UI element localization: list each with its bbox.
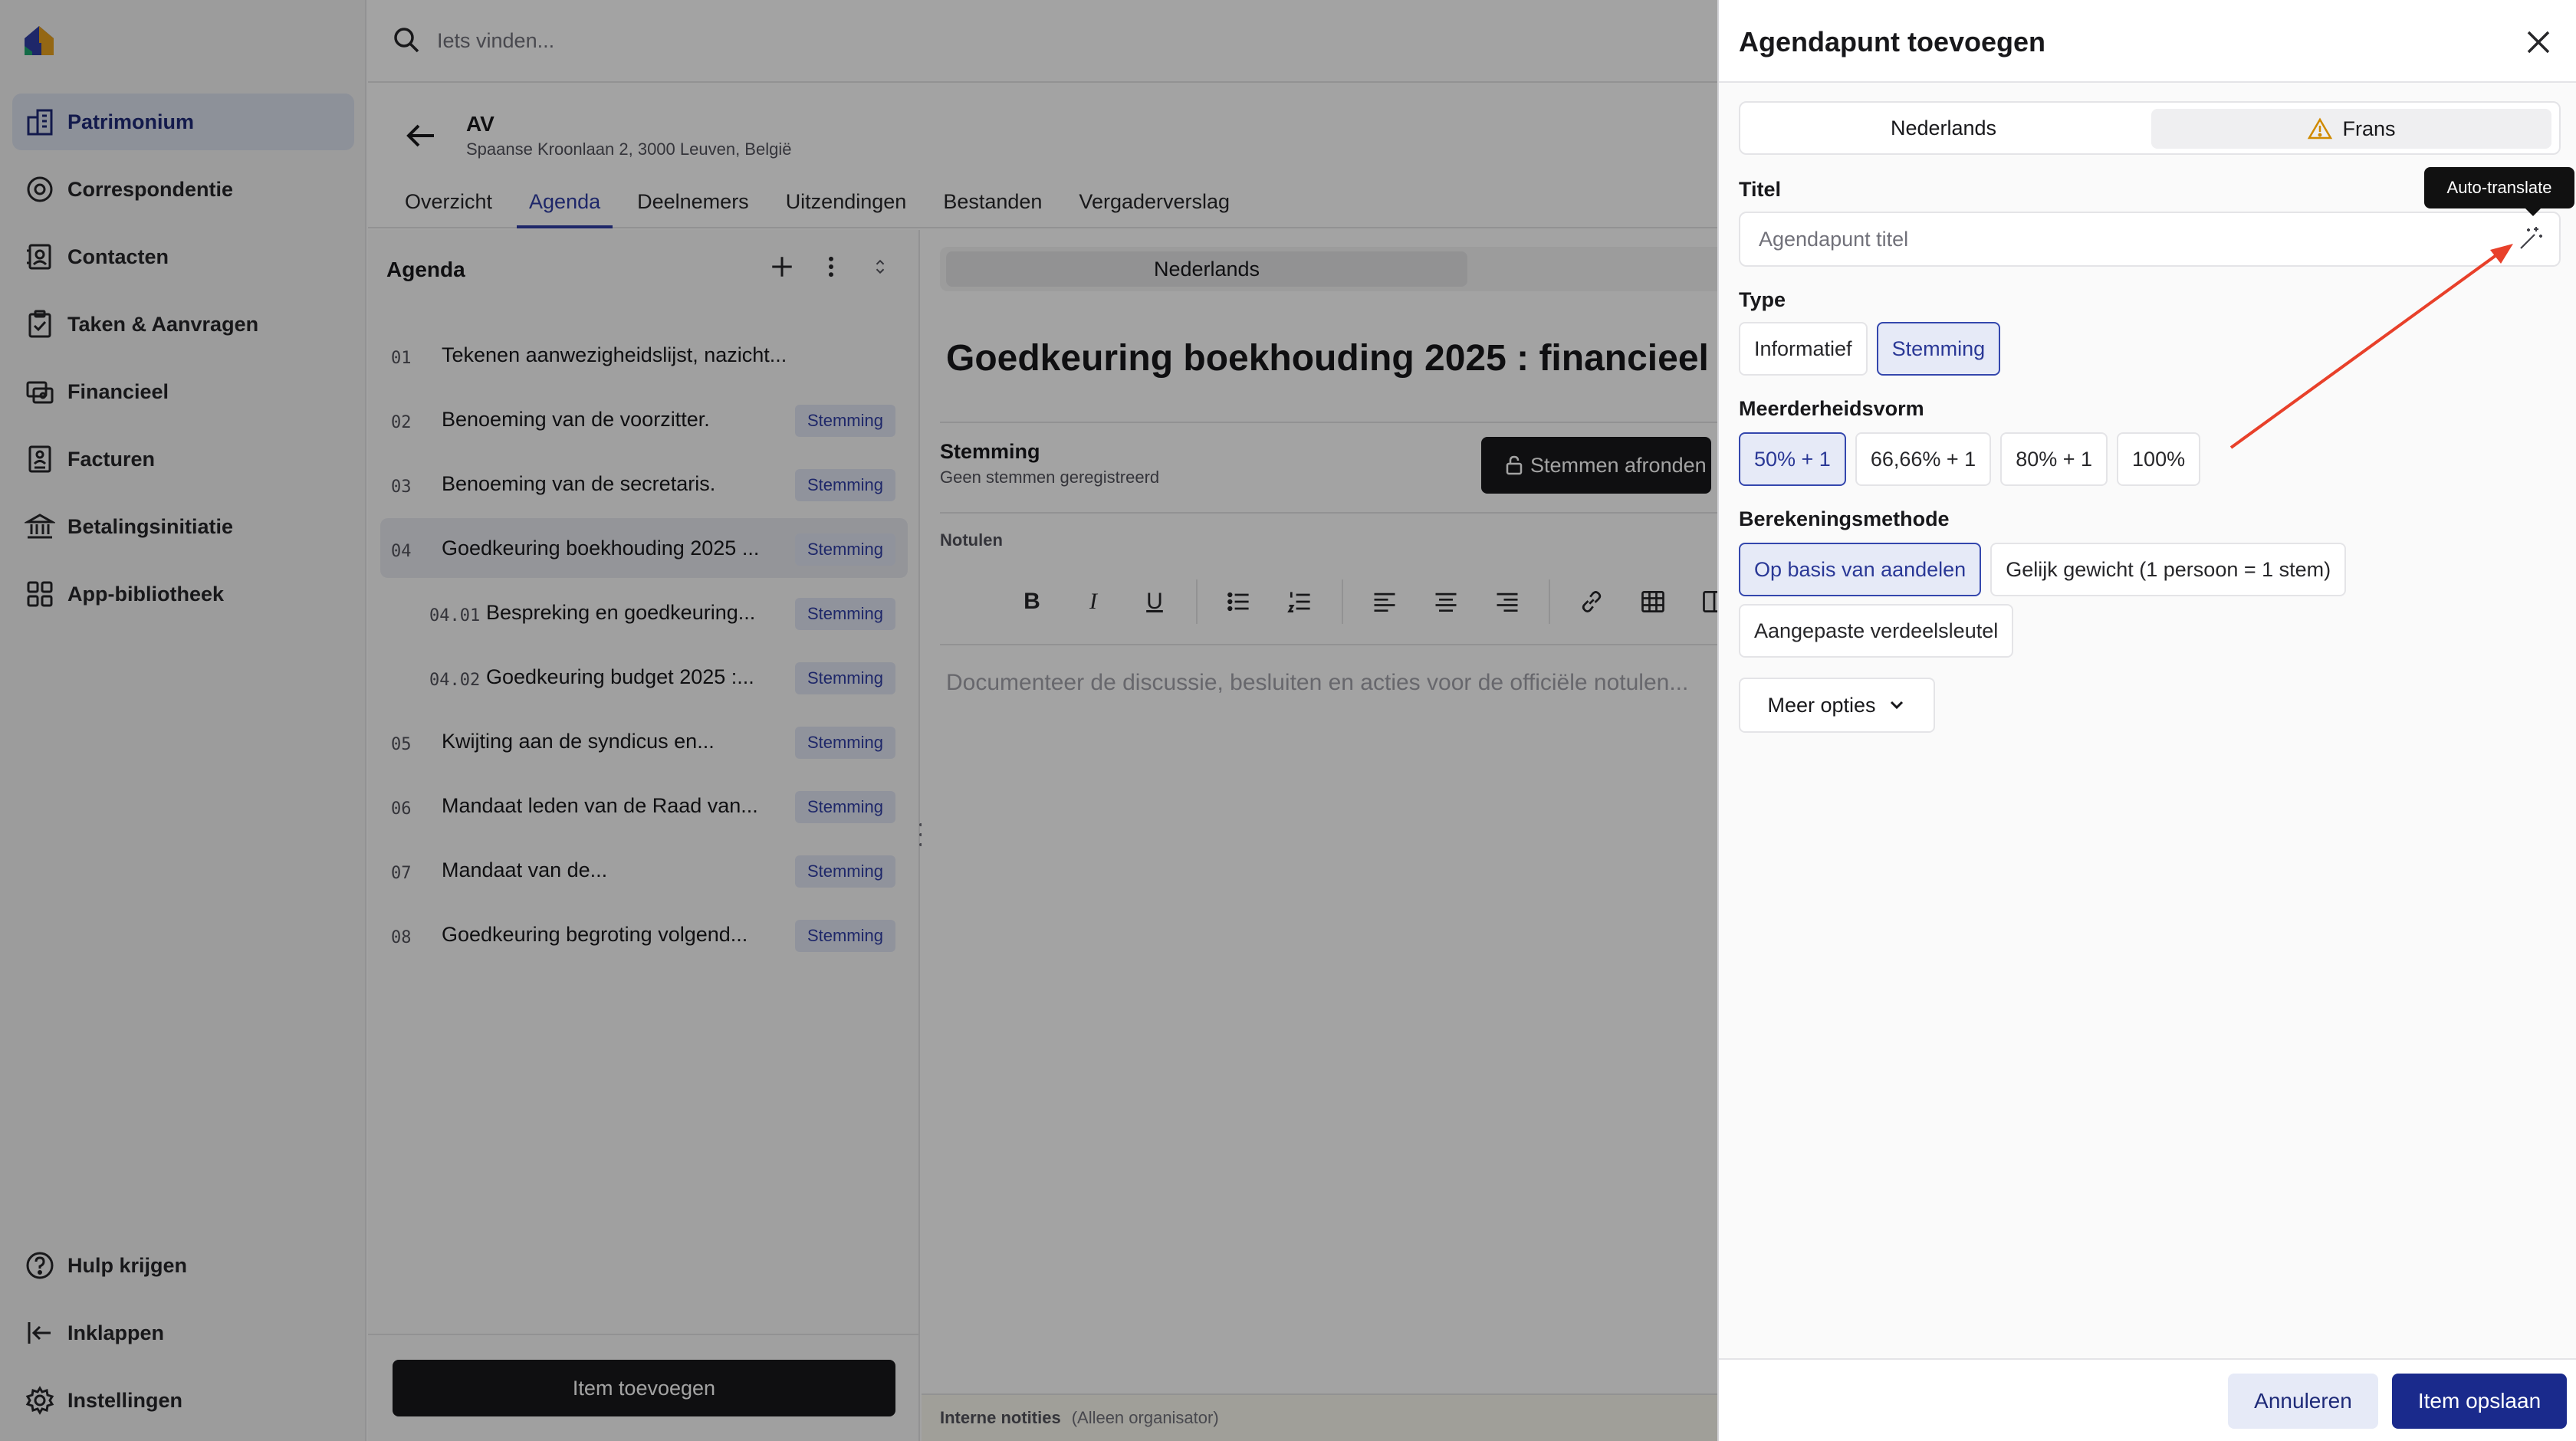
majority-option-66[interactable]: 66,66% + 1 xyxy=(1855,432,1992,486)
drawer-language-tab-fr[interactable]: Frans xyxy=(2151,109,2551,149)
majority-options: 50% + 1 66,66% + 1 80% + 1 100% xyxy=(1739,432,2201,486)
calc-label: Berekeningsmethode xyxy=(1739,507,1950,530)
auto-translate-tooltip: Auto-translate xyxy=(2424,167,2574,216)
cancel-button[interactable]: Annuleren xyxy=(2228,1374,2378,1429)
modal-backdrop[interactable] xyxy=(0,0,1717,1441)
type-option-informatief[interactable]: Informatief xyxy=(1739,322,1868,376)
calc-options-row-1: Op basis van aandelen Gelijk gewicht (1 … xyxy=(1739,543,2347,596)
calc-option-gelijk-gewicht[interactable]: Gelijk gewicht (1 persoon = 1 stem) xyxy=(1990,543,2347,596)
type-label: Type xyxy=(1739,288,1786,311)
majority-label: Meerderheidsvorm xyxy=(1739,397,1924,420)
majority-option-50[interactable]: 50% + 1 xyxy=(1739,432,1846,486)
save-item-button[interactable]: Item opslaan xyxy=(2392,1374,2567,1429)
calc-option-aandelen[interactable]: Op basis van aandelen xyxy=(1739,543,1982,596)
close-icon[interactable] xyxy=(2522,26,2555,58)
warning-icon xyxy=(2307,117,2333,140)
majority-option-80[interactable]: 80% + 1 xyxy=(2000,432,2108,486)
more-options-button[interactable]: Meer opties xyxy=(1739,678,1935,733)
drawer-title: Agendapunt toevoegen xyxy=(1739,26,2046,57)
drawer-language-tab-nl[interactable]: Nederlands xyxy=(1740,103,2147,153)
chevron-down-icon xyxy=(1887,695,1907,715)
auto-translate-wand-icon[interactable] xyxy=(2515,224,2545,254)
titel-label: Titel xyxy=(1739,178,1782,201)
calc-option-verdeelsleutel[interactable]: Aangepaste verdeelsleutel xyxy=(1739,604,2014,658)
title-input[interactable] xyxy=(1739,212,2561,267)
type-option-stemming[interactable]: Stemming xyxy=(1876,322,2001,376)
drawer-header: Agendapunt toevoegen xyxy=(1719,0,2576,83)
calc-options-row-2: Aangepaste verdeelsleutel xyxy=(1739,604,2014,658)
majority-option-100[interactable]: 100% xyxy=(2117,432,2201,486)
more-options-label: Meer opties xyxy=(1767,693,1876,717)
drawer-language-fr-label: Frans xyxy=(2342,117,2396,140)
drawer-language-switch: Nederlands Frans xyxy=(1739,101,2561,155)
drawer-footer: Annuleren Item opslaan xyxy=(1719,1358,2576,1441)
type-options: Informatief Stemming xyxy=(1739,322,2001,376)
add-agenda-item-drawer: Agendapunt toevoegen Nederlands Frans Ti… xyxy=(1717,0,2576,1441)
